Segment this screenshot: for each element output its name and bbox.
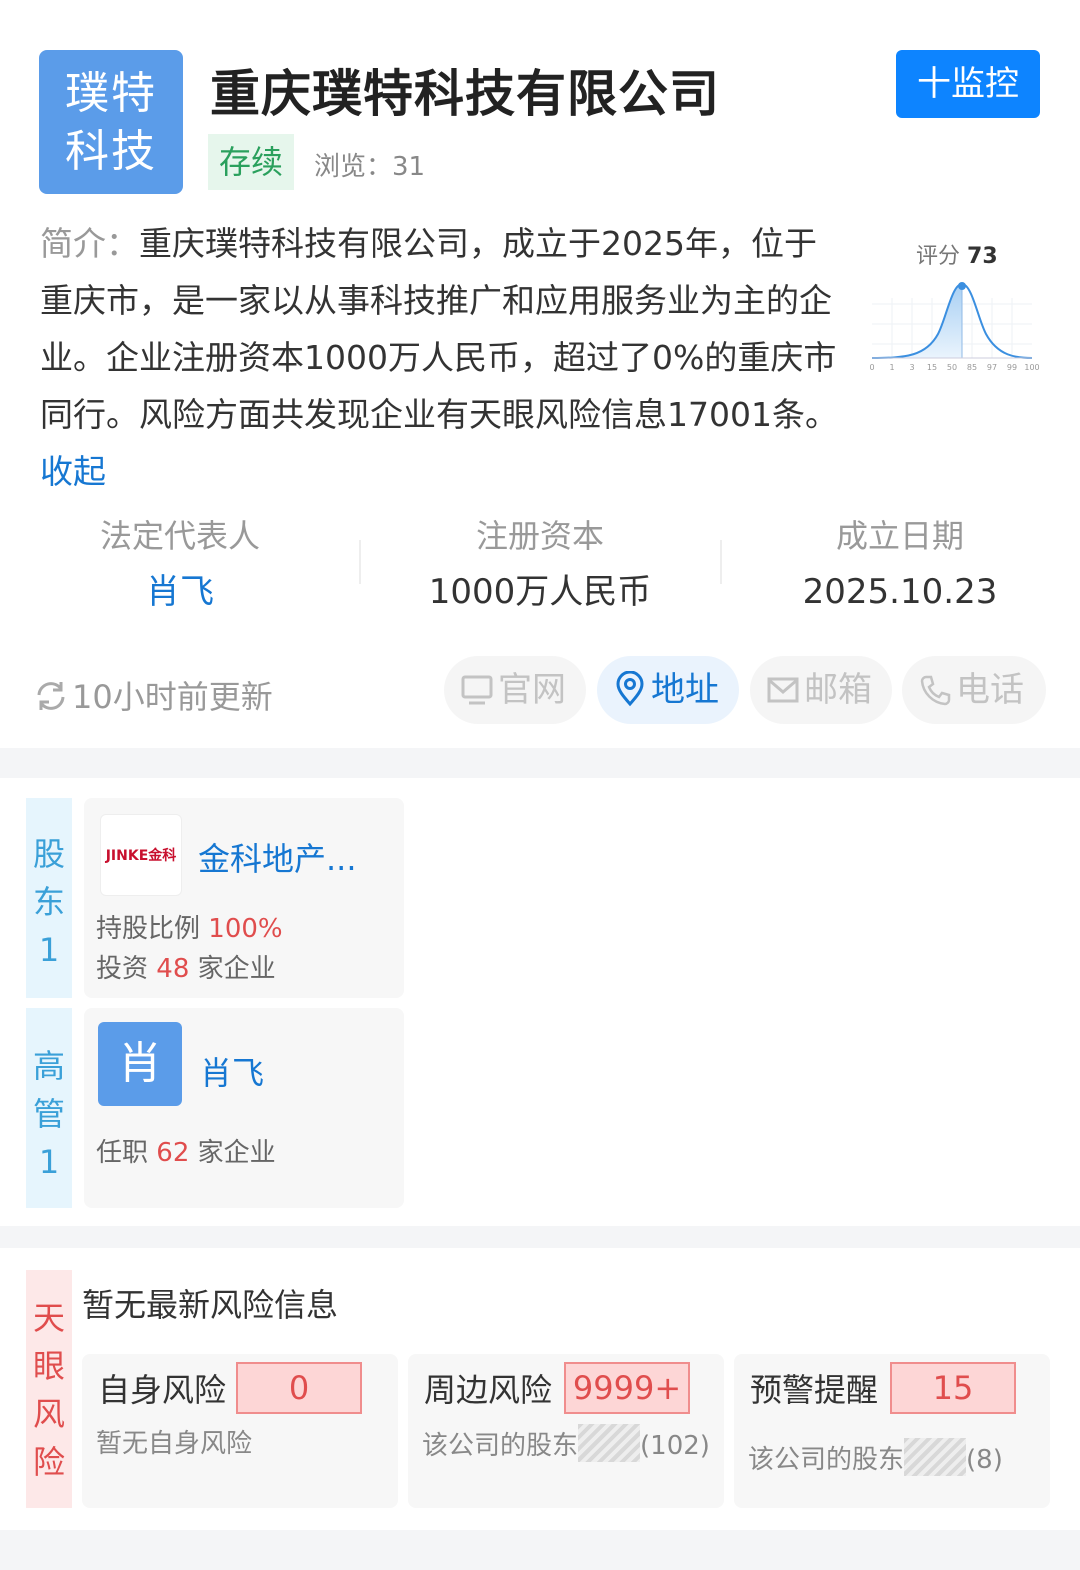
score-tick: 100 xyxy=(1024,363,1039,372)
company-intro: 简介：重庆璞特科技有限公司，成立于2025年，位于重庆市，是一家以从事科技推广和… xyxy=(40,215,840,500)
mail-icon xyxy=(767,677,799,703)
website-button[interactable]: 官网 xyxy=(444,656,586,724)
shareholder-logo: JINKE金科 xyxy=(100,814,182,896)
shareholder-item[interactable]: JINKE金科 金科地产... 持股比例 100% 投资 48 家企业 xyxy=(84,798,404,998)
risk-card: 天眼风险 暂无最新风险信息 自身风险 0 暂无自身风险 周边风险 9999+ 该… xyxy=(0,1248,1080,1530)
warning-item[interactable]: 预警提醒 15 该公司的股东 (8) xyxy=(734,1354,1050,1508)
tab-executives[interactable]: 高管1 xyxy=(26,1008,72,1208)
risk-count-badge: 9999+ xyxy=(564,1362,690,1414)
founded-date-block: 成立日期 2025.10.23 xyxy=(802,517,998,612)
investment-count: 投资 48 家企业 xyxy=(96,954,276,984)
score-bell-curve: 0 1 3 15 50 85 97 99 100 xyxy=(869,282,1040,372)
monitor-button[interactable]: 十监控 xyxy=(896,50,1040,118)
views-count: 浏览：31 xyxy=(314,152,426,182)
risk-count-badge: 0 xyxy=(236,1362,362,1414)
no-new-risk-text: 暂无最新风险信息 xyxy=(82,1286,339,1324)
registered-capital-block: 注册资本 1000万人民币 xyxy=(428,517,652,612)
intro-label: 简介： xyxy=(40,224,139,263)
people-card: 股东1 JINKE金科 金科地产... 持股比例 100% 投资 48 家企业 … xyxy=(0,778,1080,1226)
phone-icon xyxy=(920,675,951,706)
refresh-icon xyxy=(37,682,65,710)
score-tick: 15 xyxy=(927,363,937,372)
address-button[interactable]: 地址 xyxy=(597,656,739,724)
score-chart[interactable]: 评分 73 0 1 3 15 50 85 97 99 100 xyxy=(866,234,1046,380)
score-tick: 1 xyxy=(889,363,894,372)
score-value: 73 xyxy=(967,244,998,269)
score-tick: 85 xyxy=(967,363,977,372)
avatar: 肖 xyxy=(98,1022,182,1106)
score-tick: 50 xyxy=(947,363,957,372)
redacted-name xyxy=(904,1438,967,1476)
score-label: 评分 73 xyxy=(916,244,998,269)
executive-item[interactable]: 肖 肖飞 任职 62 家企业 xyxy=(84,1008,404,1208)
surrounding-risk-item[interactable]: 周边风险 9999+ 该公司的股东 (102) xyxy=(408,1354,724,1508)
phone-button[interactable]: 电话 xyxy=(902,656,1046,724)
tab-shareholders[interactable]: 股东1 xyxy=(26,798,72,998)
shareholder-name[interactable]: 金科地产... xyxy=(198,834,357,880)
status-badge: 存续 xyxy=(208,134,294,190)
location-pin-icon xyxy=(616,670,644,707)
score-tick: 97 xyxy=(987,363,997,372)
shareholding-ratio: 持股比例 100% xyxy=(96,914,283,944)
intro-text: 重庆璞特科技有限公司，成立于2025年，位于重庆市，是一家以从事科技推广和应用服… xyxy=(40,224,838,434)
self-risk-item[interactable]: 自身风险 0 暂无自身风险 xyxy=(82,1354,398,1508)
company-logo: 璞特 科技 xyxy=(39,50,183,194)
tab-risk[interactable]: 天眼风险 xyxy=(26,1270,72,1508)
company-name: 重庆璞特科技有限公司 xyxy=(210,65,720,123)
company-header-card: 璞特 科技 重庆璞特科技有限公司 十监控 存续 浏览：31 简介：重庆璞特科技有… xyxy=(0,0,1080,748)
position-count: 任职 62 家企业 xyxy=(96,1138,276,1168)
score-tick: 3 xyxy=(909,363,914,372)
risk-count-badge: 15 xyxy=(890,1362,1016,1414)
redacted-name xyxy=(578,1424,641,1462)
update-status[interactable]: 10小时前更新 xyxy=(34,672,273,718)
legal-rep-block: 法定代表人 肖飞 xyxy=(0,512,360,620)
email-button[interactable]: 邮箱 xyxy=(750,656,892,724)
executive-name[interactable]: 肖飞 xyxy=(200,1048,264,1094)
legal-rep-link[interactable]: 肖飞 xyxy=(0,564,360,620)
score-tick: 99 xyxy=(1007,363,1017,372)
score-tick: 0 xyxy=(869,363,874,372)
collapse-link[interactable]: 收起 xyxy=(40,452,106,491)
monitor-icon xyxy=(461,675,493,705)
